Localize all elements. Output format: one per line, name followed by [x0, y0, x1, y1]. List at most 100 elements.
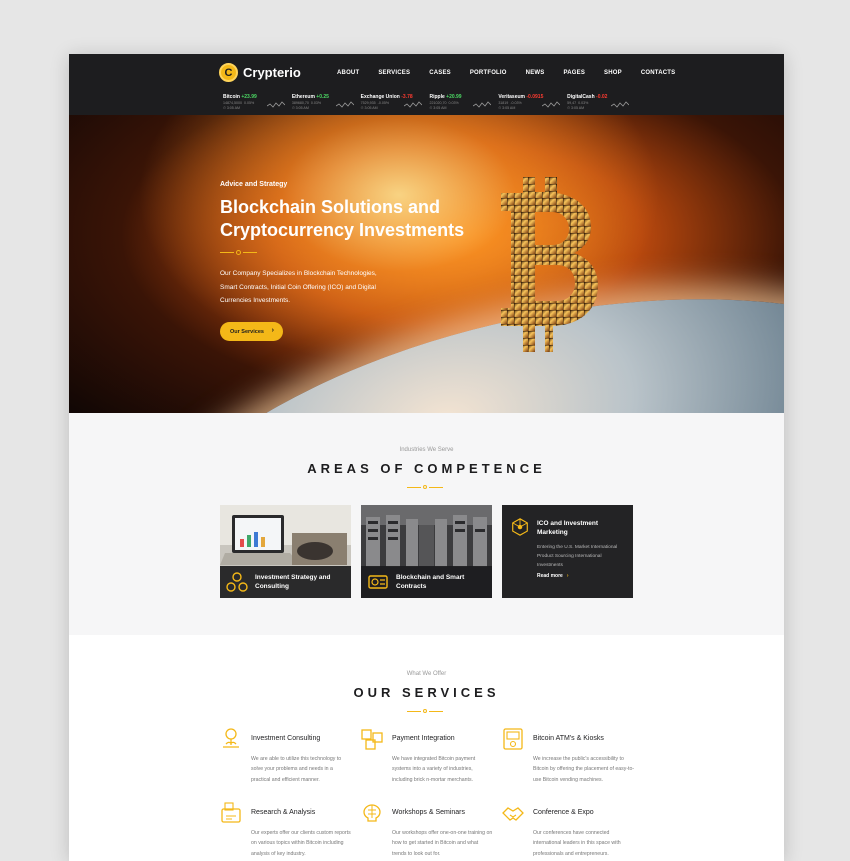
contract-chip-icon: [368, 575, 388, 589]
ticker-price: 221020,70 0.03%: [429, 101, 459, 105]
ticker-time: ⏱ 3:05 AM: [429, 106, 447, 110]
hero-section: Advice and Strategy Blockchain Solutions…: [69, 115, 784, 413]
ticker-change: -0.02: [596, 94, 608, 100]
nav-portfolio[interactable]: PORTFOLIO: [470, 70, 507, 76]
nav-cases[interactable]: CASES: [429, 70, 451, 76]
money-plant-icon: [223, 728, 239, 748]
logo-text: Crypterio: [243, 65, 301, 80]
ticker-name: Bitcoin +23.99: [223, 94, 257, 100]
coins-network-icon: [226, 572, 248, 592]
chevron-right-icon: ›: [271, 327, 274, 334]
ticker-time: ⏱ 3:05 AM: [498, 106, 516, 110]
ticker-name: Ripple +20.99: [429, 94, 462, 100]
nav-pages[interactable]: PAGES: [563, 70, 585, 76]
ticker-time: ⏱ 3:05 AM: [223, 106, 240, 110]
read-more-label: Read more: [537, 573, 563, 579]
page-frame: C Crypterio ABOUT SERVICES CASES PORTFOL…: [69, 54, 784, 861]
service-title: Workshops & Seminars: [392, 809, 466, 816]
ticker-change: +0.25: [316, 94, 329, 100]
ticker-name: Ethereum +0.25: [291, 94, 329, 100]
payment-blocks-icon: [361, 729, 383, 750]
competence-divider: [407, 485, 443, 489]
sparkline-icon: [542, 101, 561, 108]
hero-title: Blockchain Solutions and Cryptocurrency …: [220, 197, 465, 240]
services-divider: [407, 709, 443, 713]
our-services-button[interactable]: Our Services ›: [220, 322, 283, 341]
brain-icon: [363, 804, 381, 822]
card-blockchain-contracts[interactable]: Blockchain and Smart Contracts: [361, 505, 492, 598]
sparkline-icon: [473, 101, 492, 108]
service-text: We are able to utilize this technology t…: [251, 756, 342, 783]
nav-news[interactable]: NEWS: [526, 70, 545, 76]
card-title: ICO and Investment Marketing: [537, 520, 599, 536]
sparkline-icon: [335, 101, 354, 108]
planet-illustration: [75, 226, 784, 413]
handshake-icon: [502, 807, 524, 821]
logo-mark-icon: C: [219, 63, 238, 82]
services-section: What We Offer OUR SERVICES Investment Co…: [69, 635, 784, 861]
ticker-change: +20.99: [446, 94, 462, 100]
sparkline-icon: [266, 101, 285, 108]
ticker-price: 31819 -0.03%: [498, 101, 522, 105]
ticker-change: -0.0915: [526, 94, 544, 100]
ticker-price: 59,47 0.03%: [567, 101, 589, 105]
ticker-time: ⏱ 3:05 AM: [567, 106, 585, 110]
services-eyebrow: What We Offer: [406, 671, 447, 677]
sparkline-icon: [610, 101, 629, 108]
service-title: Research & Analysis: [251, 809, 316, 816]
read-more-link[interactable]: Read more ›: [537, 573, 569, 579]
atm-icon: [503, 728, 523, 750]
competence-title: AREAS OF COMPETENCE: [307, 461, 546, 476]
ticker-item[interactable]: DigitalCash -0.02 59,47 0.03% ⏱ 3:05 AM: [563, 92, 632, 114]
nav-services[interactable]: SERVICES: [378, 70, 410, 76]
service-text: We have integrated Bitcoin payment syste…: [392, 756, 476, 783]
competence-eyebrow: Industries We Serve: [399, 447, 454, 453]
ticker-item[interactable]: Exchange Union -3.78 7529,935 -0.05% ⏱ 3:0…: [357, 92, 426, 114]
price-ticker: Bitcoin +23.99 14874,5000 0.05% ⏱ 3:05 AM E…: [219, 92, 632, 114]
ticker-price: 389680,70 0.03%: [291, 101, 322, 105]
card-ico-marketing[interactable]: ICO and Investment Marketing Entering th…: [502, 505, 633, 598]
ticker-price: 7529,935 -0.05%: [360, 101, 390, 105]
nav-about[interactable]: ABOUT: [337, 70, 359, 76]
ticker-item[interactable]: Veritaseum -0.0915 31819 -0.03% ⏱ 3:05 AM: [494, 92, 563, 114]
card-bar: Blockchain and Smart Contracts: [361, 566, 492, 598]
service-text: We increase the public's accessibility t…: [533, 756, 635, 783]
ticker-item[interactable]: Ripple +20.99 221020,70 0.03% ⏱ 3:05 AM: [425, 92, 494, 114]
ticker-time: ⏱ 3:05 AM: [360, 106, 378, 110]
card-text: Entering the U.S. Market International P…: [537, 545, 618, 568]
ticker-item[interactable]: Ethereum +0.25 389680,70 0.03% ⏱ 3:05 AM: [288, 92, 357, 114]
services-title: OUR SERVICES: [353, 685, 500, 700]
nav-shop[interactable]: SHOP: [604, 70, 622, 76]
hero-eyebrow: Advice and Strategy: [220, 181, 288, 188]
chevron-right-icon: ›: [566, 573, 569, 579]
research-icon: [221, 802, 241, 823]
service-title: Conference & Expo: [533, 809, 594, 816]
ticker-price: 14874,5000 0.05%: [223, 101, 255, 105]
site-header: C Crypterio ABOUT SERVICES CASES PORTFOL…: [69, 54, 784, 115]
ticker-time: ⏱ 3:05 AM: [291, 106, 309, 110]
service-text: Our conferences have connected internati…: [533, 830, 621, 857]
ticker-change: +23.99: [241, 94, 257, 100]
ticker-name: Veritaseum -0.0915: [498, 94, 544, 100]
competence-section: Industries We Serve AREAS OF COMPETENCE: [69, 413, 784, 635]
sparkline-icon: [404, 101, 423, 108]
our-services-button-label: Our Services: [230, 328, 264, 335]
bitcoin-icon: [501, 177, 598, 352]
logo[interactable]: C Crypterio: [219, 63, 301, 82]
card-label: Investment Strategy and Consulting: [255, 574, 331, 590]
network-hex-icon: [512, 518, 528, 536]
ticker-item[interactable]: Bitcoin +23.99 14874,5000 0.05% ⏱ 3:05 AM: [219, 92, 288, 114]
nav-contacts[interactable]: CONTACTS: [641, 70, 676, 76]
service-title: Investment Consulting: [251, 735, 321, 742]
ticker-name: DigitalCash -0.02: [567, 94, 608, 100]
hero-description: Our Company Specializes in Blockchain Te…: [220, 270, 377, 304]
card-investment-strategy[interactable]: Investment Strategy and Consulting: [220, 505, 351, 598]
service-title: Bitcoin ATM's & Kiosks: [533, 735, 604, 742]
service-text: Our workshops offer one-on-one training …: [392, 830, 493, 857]
service-text: Our experts offer our clients custom rep…: [251, 830, 351, 857]
hero-divider: [220, 250, 257, 255]
card-bar: Investment Strategy and Consulting: [220, 566, 351, 598]
service-title: Payment Integration: [392, 735, 455, 742]
card-label: Blockchain and Smart Contracts: [396, 574, 465, 590]
main-nav: ABOUT SERVICES CASES PORTFOLIO NEWS PAGE…: [337, 70, 694, 76]
